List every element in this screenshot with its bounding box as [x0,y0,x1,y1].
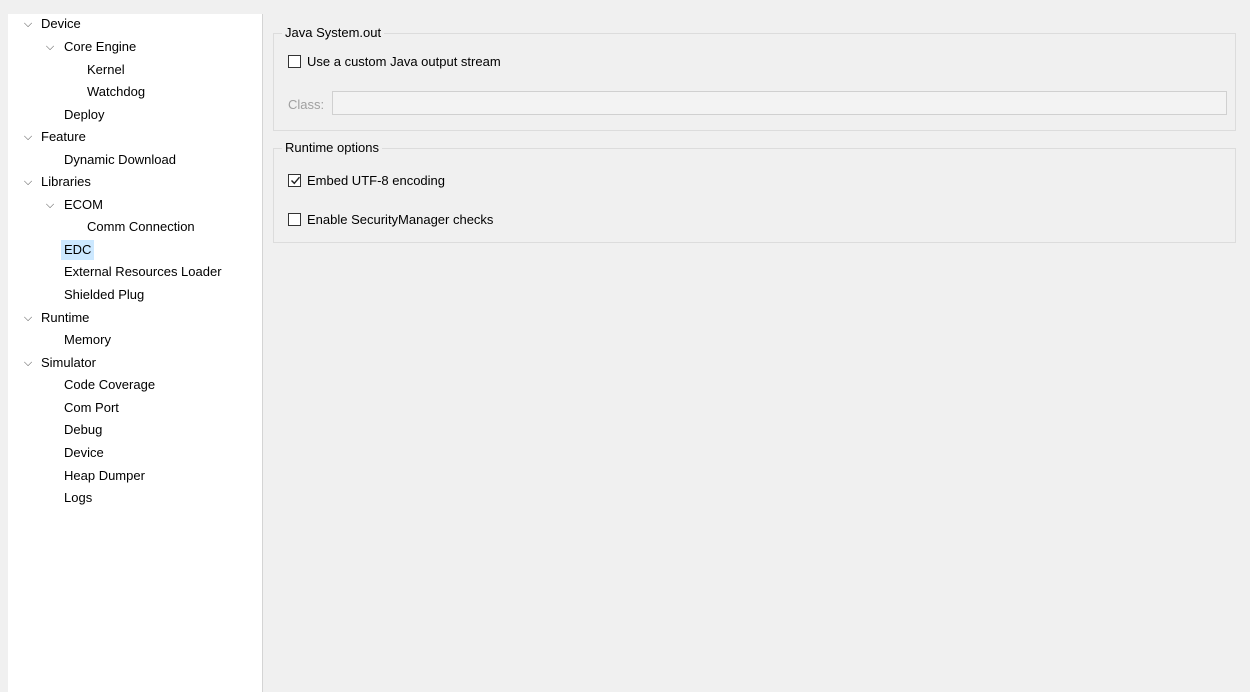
tree-label[interactable]: Code Coverage [61,375,158,395]
tree-label[interactable]: Feature [38,127,89,147]
tree-label[interactable]: Device [38,14,84,34]
tree-label[interactable]: Runtime [38,308,92,328]
preferences-panel: Java System.out Use a custom Java output… [264,14,1244,692]
tree-label[interactable]: Watchdog [84,82,148,102]
tree-label[interactable]: Memory [61,330,114,350]
java-system-out-group: Java System.out Use a custom Java output… [273,25,1236,131]
tree-label[interactable]: Core Engine [61,37,139,57]
tree-label[interactable]: Kernel [84,60,128,80]
tree-label[interactable]: Comm Connection [84,217,198,237]
class-field [332,91,1227,115]
custom-stream-label[interactable]: Use a custom Java output stream [307,52,501,72]
tree-label[interactable]: Deploy [61,105,107,125]
chevron-down-icon[interactable]: ⌵ [44,195,56,215]
tree-label[interactable]: Logs [61,488,95,508]
chevron-down-icon[interactable]: ⌵ [22,14,34,34]
group-title: Runtime options [282,140,382,156]
tree-label[interactable]: Debug [61,420,105,440]
utf8-label[interactable]: Embed UTF-8 encoding [307,171,445,191]
security-label[interactable]: Enable SecurityManager checks [307,210,493,230]
tree-label[interactable]: Heap Dumper [61,466,148,486]
tree-label[interactable]: External Resources Loader [61,262,225,282]
utf8-checkbox[interactable] [288,174,301,187]
tree-label[interactable]: Com Port [61,398,122,418]
tree-label[interactable]: Simulator [38,353,99,373]
tree-label[interactable]: ECOM [61,195,106,215]
runtime-options-group: Runtime options Embed UTF-8 encoding Ena… [273,140,1236,243]
tree-label[interactable]: Shielded Plug [61,285,147,305]
chevron-down-icon[interactable]: ⌵ [22,308,34,328]
tree-label[interactable]: Device [61,443,107,463]
navigation-tree: ⌵ Device ⌵ Core Engine Kernel Watchdog D… [8,14,263,692]
security-checkbox[interactable] [288,213,301,226]
app-window: ⌵ Device ⌵ Core Engine Kernel Watchdog D… [0,0,1250,692]
chevron-down-icon[interactable]: ⌵ [22,127,34,147]
group-title: Java System.out [282,25,385,41]
tree-label[interactable]: Dynamic Download [61,150,179,170]
chevron-down-icon[interactable]: ⌵ [22,172,34,192]
chevron-down-icon[interactable]: ⌵ [44,37,56,57]
custom-stream-checkbox[interactable] [288,55,301,68]
tree-label[interactable]: Libraries [38,172,94,192]
tree-label-selected[interactable]: EDC [61,240,95,260]
checkmark-icon [291,176,301,185]
chevron-down-icon[interactable]: ⌵ [22,353,34,373]
class-field-label: Class: [288,97,325,112]
